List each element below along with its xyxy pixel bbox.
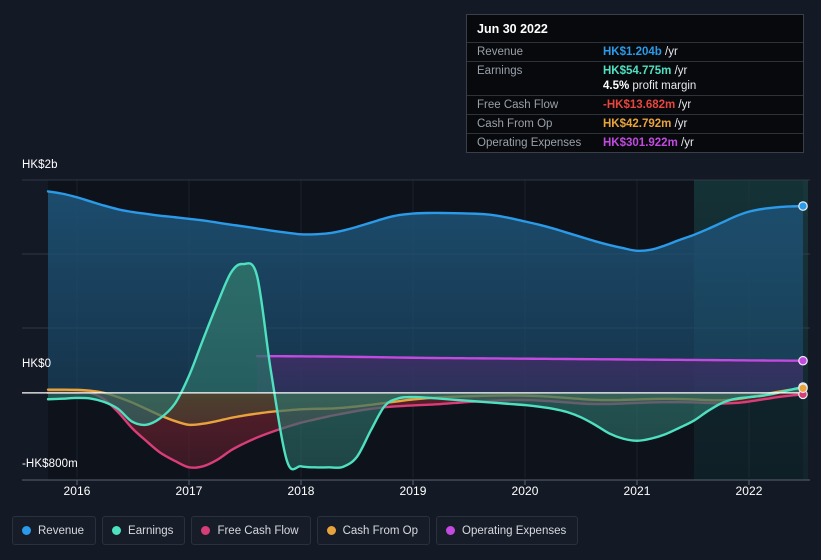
legend-item-revenue[interactable]: Revenue <box>12 516 97 545</box>
tooltip-value-suffix: /yr <box>661 46 678 58</box>
x-axis-tick-label: 2022 <box>735 484 763 498</box>
tooltip-value-suffix: /yr <box>671 118 688 130</box>
tooltip-value-number: 4.5% <box>603 80 630 92</box>
series-operating-expenses <box>255 354 805 393</box>
chart-legend: Revenue Earnings Free Cash Flow Cash From O… <box>12 516 579 545</box>
legend-color-dot-icon <box>201 526 211 535</box>
x-axis-tick-label: 2019 <box>399 484 427 498</box>
legend-item-earnings[interactable]: Earnings <box>102 516 186 545</box>
legend-item-label: Earnings <box>128 524 174 537</box>
tooltip-table: Revenue HK$1.204b /yr Earnings HK$54.775m /… <box>467 42 803 152</box>
x-axis-tick-label: 2016 <box>63 484 91 498</box>
tooltip-date: Jun 30 2022 <box>477 22 548 36</box>
x-axis-tick-label: 2017 <box>175 484 203 498</box>
endpoint-marker-revenue[interactable] <box>798 201 808 211</box>
tooltip-row: 4.5% profit margin <box>467 80 803 96</box>
legend-color-dot-icon <box>112 526 122 535</box>
legend-item-cash-from-op[interactable]: Cash From Op <box>316 516 431 545</box>
legend-color-dot-icon <box>446 526 456 535</box>
tooltip-row-value: 4.5% profit margin <box>593 80 803 96</box>
tooltip-value-number: HK$42.792m <box>603 118 672 130</box>
tooltip-row: Cash From Op HK$42.792m /yr <box>467 114 803 134</box>
x-axis-tick-label: 2018 <box>287 484 315 498</box>
tooltip-row-label <box>467 80 593 96</box>
tooltip-row-value: HK$301.922m /yr <box>593 133 803 152</box>
tooltip-value-suffix: /yr <box>677 137 694 149</box>
legend-item-label: Free Cash Flow <box>217 524 299 537</box>
tooltip-value-number: HK$54.775m <box>603 65 672 77</box>
endpoint-marker-operating-expenses[interactable] <box>798 355 808 366</box>
tooltip-row-label: Earnings <box>467 61 593 80</box>
y-axis-tick-label: HK$2b <box>22 159 58 171</box>
tooltip-row-label: Revenue <box>467 42 593 62</box>
tooltip-row-value: HK$42.792m /yr <box>593 114 803 134</box>
x-axis-tick-label: 2020 <box>511 484 539 498</box>
chart-screenshot: HK$2b HK$0 -HK$800m 2016 2017 2018 2019 2020 20… <box>0 0 821 560</box>
x-axis-tick-label: 2021 <box>623 484 651 498</box>
endpoint-marker-cash-from-op[interactable] <box>798 383 808 394</box>
tooltip-value-suffix: /yr <box>675 99 692 111</box>
legend-item-operating-expenses[interactable]: Operating Expenses <box>436 516 579 545</box>
tooltip-row: Free Cash Flow -HK$13.682m /yr <box>467 95 803 115</box>
tooltip-row-value: HK$54.775m /yr <box>593 61 803 80</box>
tooltip-value-number: HK$1.204b <box>603 46 662 58</box>
data-tooltip: Jun 30 2022 Revenue HK$1.204b /yr Earnings… <box>466 14 804 153</box>
tooltip-row: Operating Expenses HK$301.922m /yr <box>467 133 803 152</box>
tooltip-value-suffix: profit margin <box>629 80 697 92</box>
tooltip-row-label: Operating Expenses <box>467 133 593 152</box>
tooltip-row: Revenue HK$1.204b /yr <box>467 42 803 62</box>
tooltip-value-number: HK$301.922m <box>603 137 678 149</box>
tooltip-row-label: Free Cash Flow <box>467 95 593 115</box>
tooltip-value-number: -HK$13.682m <box>603 99 676 111</box>
tooltip-row-value: -HK$13.682m /yr <box>593 95 803 115</box>
legend-color-dot-icon <box>326 526 336 535</box>
tooltip-row-value: HK$1.204b /yr <box>593 42 803 62</box>
tooltip-row: Earnings HK$54.775m /yr <box>467 61 803 80</box>
y-axis-tick-label: -HK$800m <box>22 458 78 470</box>
tooltip-value-suffix: /yr <box>671 65 688 77</box>
legend-color-dot-icon <box>22 526 31 535</box>
y-axis-tick-label: HK$0 <box>22 358 52 370</box>
tooltip-row-label: Cash From Op <box>467 114 593 134</box>
legend-item-label: Cash From Op <box>342 524 419 537</box>
legend-item-label: Operating Expenses <box>462 524 567 537</box>
legend-item-label: Revenue <box>38 524 85 537</box>
legend-item-free-cash-flow[interactable]: Free Cash Flow <box>191 516 311 545</box>
